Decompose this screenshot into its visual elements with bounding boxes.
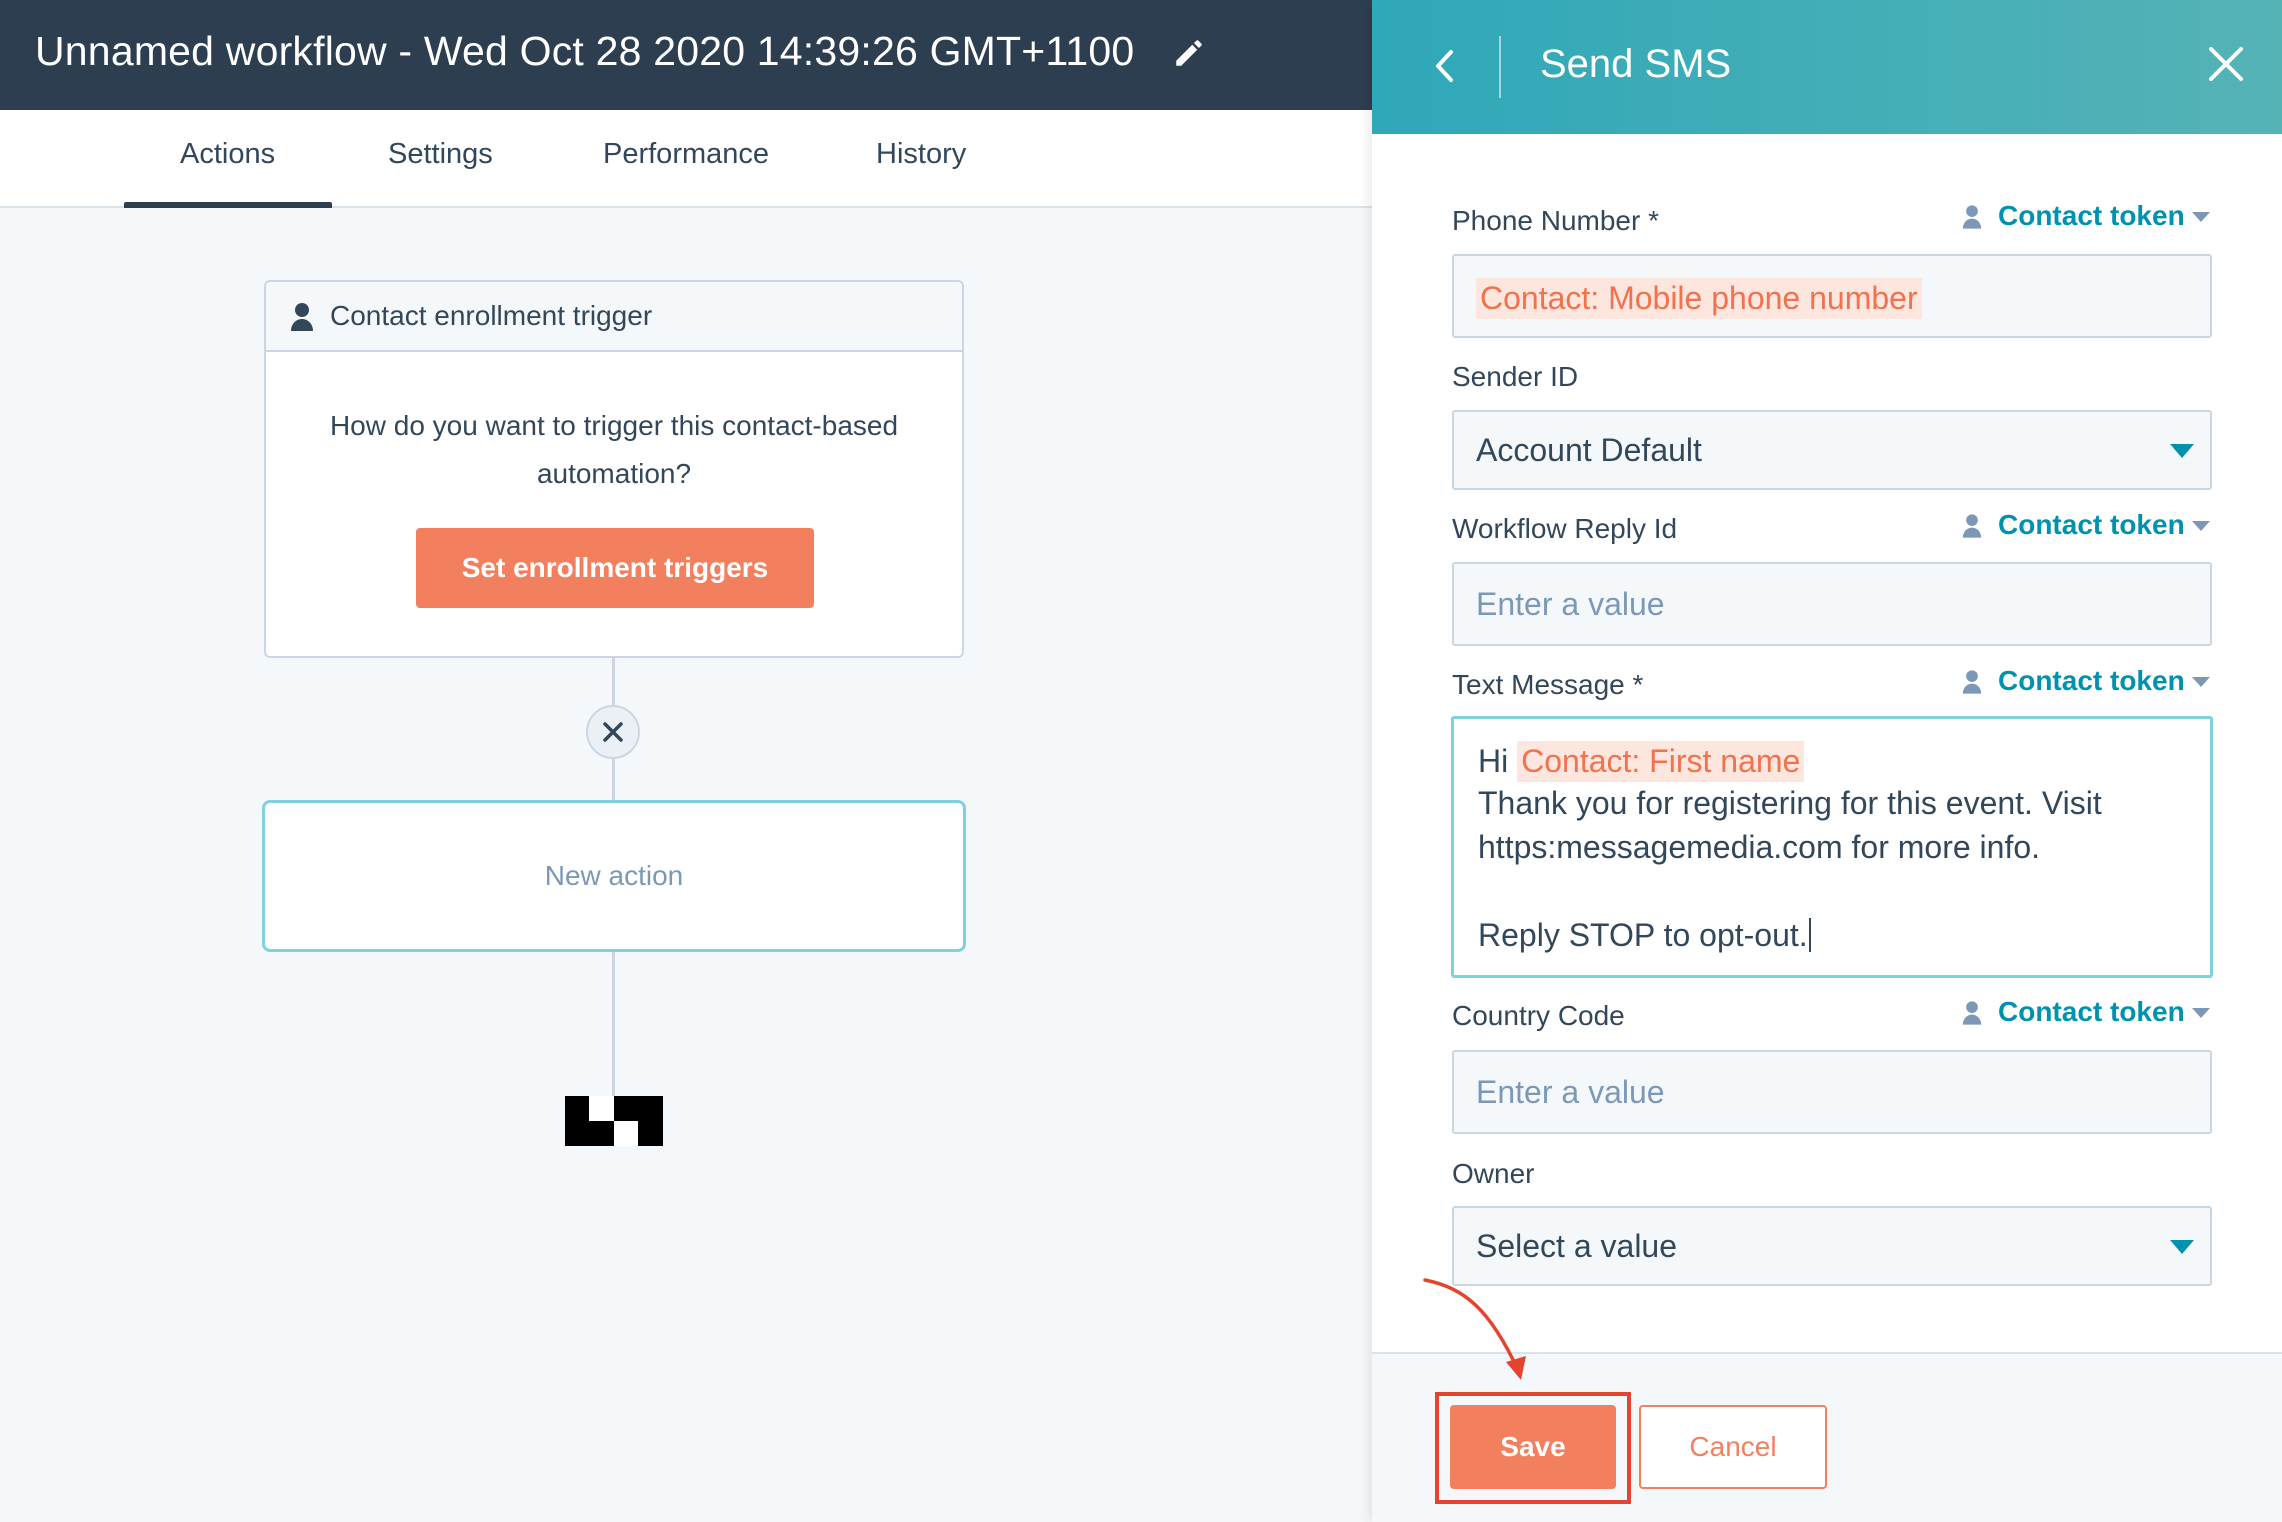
trigger-card-description: How do you want to trigger this contact-… — [329, 410, 899, 489]
cancel-button[interactable]: Cancel — [1639, 1405, 1827, 1489]
country-code-input[interactable]: Enter a value — [1452, 1050, 2212, 1134]
tab-history[interactable]: History — [876, 138, 966, 171]
message-line-5: Reply STOP to opt-out. — [1478, 917, 1811, 954]
contact-token-label: Contact token — [1998, 996, 2185, 1027]
new-action-card[interactable]: New action — [262, 800, 966, 952]
workflow-header: Unnamed workflow - Wed Oct 28 2020 14:39… — [0, 0, 1372, 110]
contact-person-icon — [1962, 205, 1982, 229]
new-action-label: New action — [544, 860, 684, 891]
workflow-reply-id-input[interactable]: Enter a value — [1452, 562, 2212, 646]
sender-id-select[interactable]: Account Default — [1452, 410, 2212, 490]
text-message-textarea[interactable]: Hi Contact: First name Thank you for reg… — [1451, 716, 2213, 978]
workflow-reply-id-label: Workflow Reply Id — [1452, 513, 1678, 544]
contact-token-label: Contact token — [1998, 665, 2185, 696]
message-line-3: https:messagemedia.com for more info. — [1478, 829, 2041, 865]
trigger-card-header: Contact enrollment trigger — [266, 282, 962, 352]
save-button[interactable]: Save — [1450, 1405, 1616, 1489]
workflow-title[interactable]: Unnamed workflow - Wed Oct 28 2020 14:39… — [35, 28, 1134, 75]
caret-down-icon — [2192, 212, 2210, 222]
country-code-placeholder: Enter a value — [1476, 1074, 1665, 1110]
caret-down-icon — [2170, 444, 2194, 458]
owner-value: Select a value — [1476, 1228, 1678, 1264]
tab-actions[interactable]: Actions — [180, 138, 275, 171]
checkered-flag-icon — [565, 1096, 663, 1146]
chevron-left-icon[interactable] — [1432, 48, 1456, 84]
contact-person-icon — [1962, 514, 1982, 538]
workflow-reply-id-placeholder: Enter a value — [1476, 586, 1665, 622]
caret-down-icon — [2192, 677, 2210, 687]
set-enrollment-triggers-button[interactable]: Set enrollment triggers — [416, 528, 814, 608]
contact-token-label: Contact token — [1998, 200, 2185, 231]
remove-step-button[interactable] — [586, 705, 640, 759]
message-line-1: Hi Contact: First name — [1478, 741, 1805, 782]
caret-down-icon — [2192, 1008, 2210, 1018]
panel-header: Send SMS — [1372, 0, 2282, 134]
message-opt-out: Reply STOP to opt-out. — [1478, 917, 1808, 953]
contact-person-icon — [291, 303, 313, 331]
caret-down-icon — [2192, 521, 2210, 531]
text-cursor — [1808, 918, 1811, 952]
tab-settings[interactable]: Settings — [388, 138, 493, 171]
annotation-arrow-icon — [1423, 1278, 1526, 1380]
connector-line — [612, 759, 615, 800]
sender-id-value: Account Default — [1476, 432, 1702, 468]
contact-person-icon — [1962, 670, 1982, 694]
panel-title: Send SMS — [1540, 42, 1732, 86]
connector-line — [612, 658, 615, 705]
message-greeting: Hi — [1478, 743, 1509, 779]
connector-line — [612, 952, 615, 1096]
close-icon[interactable] — [2206, 44, 2246, 84]
tab-performance[interactable]: Performance — [603, 138, 769, 171]
caret-down-icon — [2170, 1240, 2194, 1254]
workflow-tabs: Actions Settings Performance History — [0, 110, 1372, 210]
token-chip: Contact: First name — [1517, 741, 1805, 782]
country-code-label: Country Code — [1452, 1000, 1625, 1031]
contact-person-icon — [1962, 1001, 1982, 1025]
token-chip: Contact: Mobile phone number — [1476, 278, 1922, 319]
pencil-icon[interactable] — [1172, 36, 1206, 70]
phone-number-label: Phone Number * — [1452, 205, 1660, 236]
text-message-label: Text Message * — [1452, 669, 1644, 700]
owner-select[interactable]: Select a value — [1452, 1206, 2212, 1286]
phone-number-token: Contact: Mobile phone number — [1476, 278, 1922, 319]
owner-label: Owner — [1452, 1158, 1535, 1189]
enrollment-trigger-card[interactable]: Contact enrollment trigger How do you wa… — [264, 280, 964, 658]
sender-id-label: Sender ID — [1452, 361, 1579, 392]
message-line-2: Thank you for registering for this event… — [1478, 785, 2102, 821]
header-divider — [1499, 36, 1501, 98]
close-icon — [603, 722, 623, 742]
phone-number-field[interactable]: Contact: Mobile phone number — [1452, 254, 2212, 338]
contact-token-label: Contact token — [1998, 509, 2185, 540]
trigger-card-title: Contact enrollment trigger — [330, 300, 653, 331]
